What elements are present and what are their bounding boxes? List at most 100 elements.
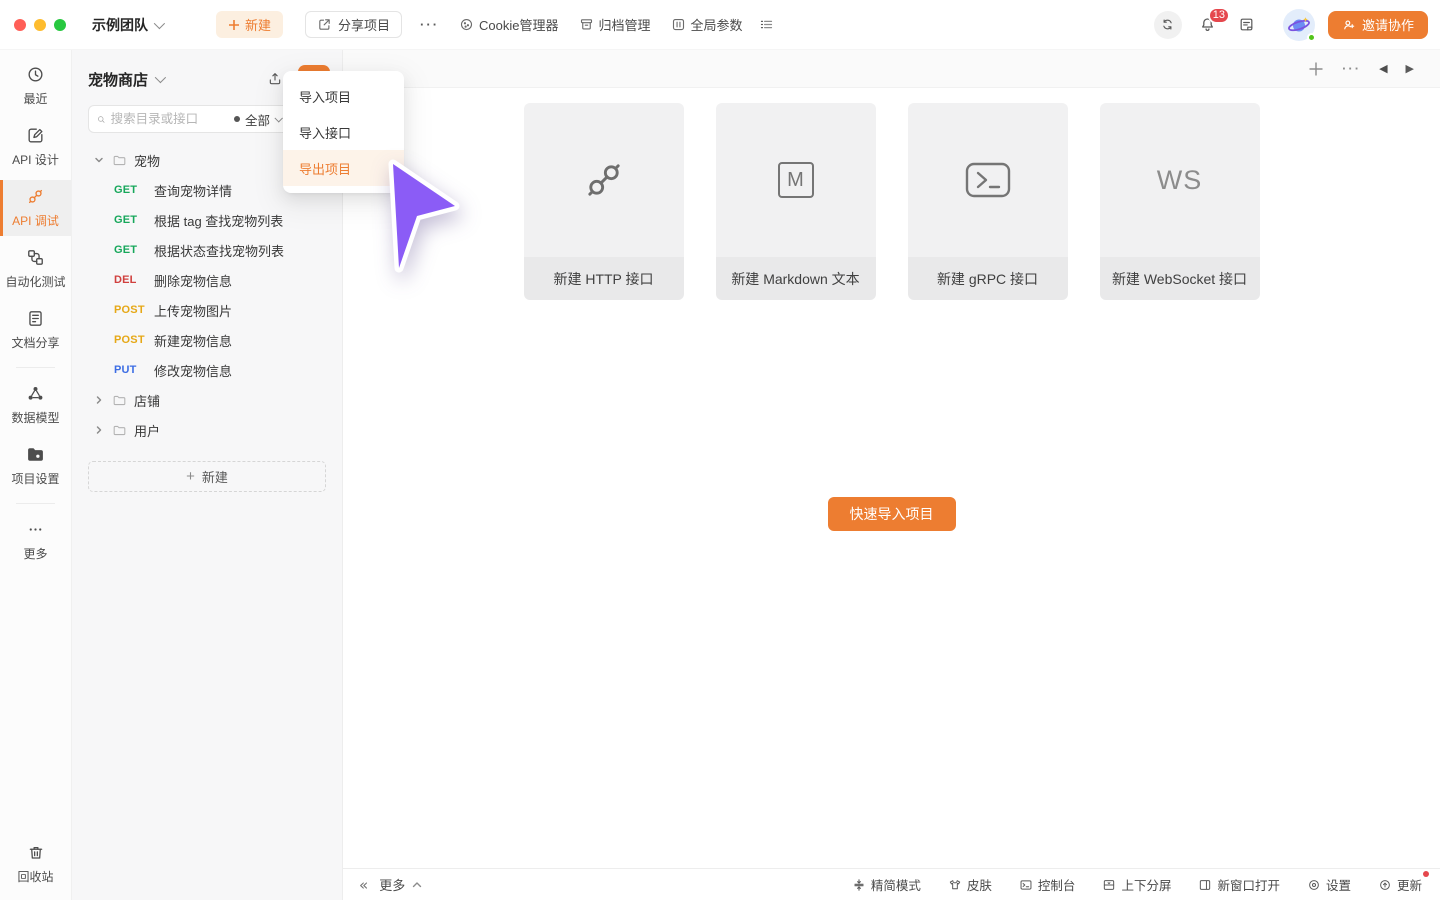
settings-button[interactable]: 设置 — [1307, 875, 1351, 894]
tshirt-icon — [948, 878, 962, 892]
invite-person-icon — [1342, 18, 1356, 32]
rail-item-more[interactable]: 更多 — [0, 513, 71, 569]
new-button[interactable]: 新建 — [216, 11, 283, 38]
quick-import-button[interactable]: 快速导入项目 — [828, 497, 956, 531]
search-box[interactable]: 全部 — [88, 105, 290, 133]
update-available-dot — [1423, 871, 1429, 877]
split-screen-button[interactable]: 上下分屏 — [1102, 875, 1171, 894]
team-name: 示例团队 — [92, 15, 148, 35]
rail-item-api-debug[interactable]: API 调试 — [0, 180, 71, 236]
tree-api-row[interactable]: POST 新建宠物信息 — [72, 325, 342, 355]
add-tab-button[interactable] — [1308, 61, 1324, 77]
toolbar-more-button[interactable]: ··· — [420, 17, 439, 32]
main-area: ··· ◀ ▶ 新建 HTTP 接口 M 新建 Markdown 文本 — [343, 50, 1440, 900]
share-project-button[interactable]: 分享项目 — [305, 11, 402, 38]
tree-new-button[interactable]: + 新建 — [88, 461, 326, 492]
console-icon — [1019, 878, 1033, 892]
card-new-websocket[interactable]: WS 新建 WebSocket 接口 — [1100, 103, 1260, 300]
sync-button[interactable] — [1154, 11, 1182, 39]
menu-item-import-api[interactable]: 导入接口 — [283, 114, 404, 150]
rail-item-data-model[interactable]: 数据模型 — [0, 377, 71, 433]
tree-api-row[interactable]: GET 根据状态查找宠物列表 — [72, 235, 342, 265]
api-design-icon — [26, 126, 45, 145]
collapse-sidebar-button[interactable]: « — [359, 876, 368, 894]
statusbar-more-button[interactable]: 更多 — [379, 875, 422, 894]
card-new-http-api[interactable]: 新建 HTTP 接口 — [524, 103, 684, 300]
http-plug-icon — [581, 157, 627, 203]
avatar[interactable] — [1283, 9, 1315, 41]
folder-icon — [112, 153, 127, 168]
titlebar: 示例团队 新建 分享项目 ··· Cookie管理器 归档管理 全局参数 13 — [0, 0, 1440, 50]
skin-button[interactable]: 皮肤 — [948, 875, 992, 894]
rail-item-project-settings[interactable]: 项目设置 — [0, 438, 71, 494]
changelog-button[interactable] — [1234, 12, 1260, 38]
rail-divider — [16, 367, 55, 368]
notification-badge: 13 — [1208, 7, 1230, 24]
zoom-button[interactable] — [54, 19, 66, 31]
search-input[interactable] — [111, 112, 232, 126]
main-content: 新建 HTTP 接口 M 新建 Markdown 文本 新建 gRPC 接口 — [343, 88, 1440, 868]
minimize-button[interactable] — [34, 19, 46, 31]
doc-share-icon — [26, 309, 45, 328]
console-button[interactable]: 控制台 — [1019, 875, 1076, 894]
chevron-right-icon — [92, 395, 106, 405]
card-new-grpc[interactable]: 新建 gRPC 接口 — [908, 103, 1068, 300]
online-status-dot — [1307, 33, 1316, 42]
status-bar: « 更多 精简模式 皮肤 控制台 — [343, 868, 1440, 900]
chevron-right-icon — [92, 425, 106, 435]
global-params-icon — [671, 17, 686, 32]
window-controls — [14, 19, 66, 31]
rail-item-trash[interactable]: 回收站 — [0, 836, 71, 892]
archive-manager-button[interactable]: 归档管理 — [579, 15, 651, 34]
folder-icon — [112, 423, 127, 438]
invite-collaborate-button[interactable]: 邀请协作 — [1328, 11, 1428, 39]
cookie-manager-button[interactable]: Cookie管理器 — [459, 15, 558, 34]
open-new-window-button[interactable]: 新窗口打开 — [1198, 875, 1280, 894]
team-selector[interactable]: 示例团队 — [92, 15, 162, 35]
chevron-down-icon — [92, 155, 106, 165]
share-icon — [317, 17, 332, 32]
search-filter-select[interactable]: 全部 — [232, 110, 281, 129]
menu-item-export-project[interactable]: 导出项目 — [283, 150, 404, 186]
automation-icon — [26, 248, 45, 267]
markdown-letter-icon: M — [778, 162, 814, 198]
rail-item-doc-share[interactable]: 文档分享 — [0, 302, 71, 358]
search-icon — [97, 113, 106, 126]
chevron-down-icon — [155, 72, 166, 83]
card-new-markdown[interactable]: M 新建 Markdown 文本 — [716, 103, 876, 300]
plus-icon — [228, 19, 240, 31]
panel-list-button[interactable] — [759, 17, 774, 32]
left-rail: 最近 API 设计 API 调试 自动化测试 文档分享 数据模型 项目设置 — [0, 50, 72, 900]
nav-back-button[interactable]: ◀ — [1379, 62, 1387, 75]
chevron-down-icon — [154, 17, 165, 28]
rail-item-api-design[interactable]: API 设计 — [0, 119, 71, 175]
grpc-terminal-icon — [964, 161, 1012, 199]
rail-item-automation-test[interactable]: 自动化测试 — [0, 241, 71, 297]
archive-icon — [579, 17, 594, 32]
tree-api-row[interactable]: GET 根据 tag 查找宠物列表 — [72, 205, 342, 235]
tree-folder-shop[interactable]: 店铺 — [72, 385, 342, 415]
settings-icon — [1307, 878, 1321, 892]
chevron-up-icon — [412, 881, 422, 888]
sync-icon — [1160, 17, 1175, 32]
notifications-button[interactable]: 13 — [1195, 12, 1221, 38]
tree-folder-users[interactable]: 用户 — [72, 415, 342, 445]
close-button[interactable] — [14, 19, 26, 31]
nav-forward-button[interactable]: ▶ — [1406, 62, 1414, 75]
websocket-ws-icon: WS — [1157, 165, 1203, 196]
plus-icon: + — [186, 469, 195, 484]
trash-icon — [27, 844, 45, 862]
more-icon — [26, 520, 45, 539]
compact-mode-button[interactable]: 精简模式 — [852, 875, 921, 894]
project-selector[interactable]: 宠物商店 — [88, 69, 163, 90]
tab-strip: ··· ◀ ▶ — [343, 50, 1440, 88]
export-icon — [267, 71, 283, 87]
rail-item-recent[interactable]: 最近 — [0, 58, 71, 114]
tree-api-row[interactable]: DEL 删除宠物信息 — [72, 265, 342, 295]
global-params-button[interactable]: 全局参数 — [671, 15, 743, 34]
tree-api-row[interactable]: POST 上传宠物图片 — [72, 295, 342, 325]
tree-api-row[interactable]: PUT 修改宠物信息 — [72, 355, 342, 385]
update-button[interactable]: 更新 — [1378, 875, 1422, 894]
tab-more-button[interactable]: ··· — [1342, 61, 1361, 76]
menu-item-import-project[interactable]: 导入项目 — [283, 78, 404, 114]
